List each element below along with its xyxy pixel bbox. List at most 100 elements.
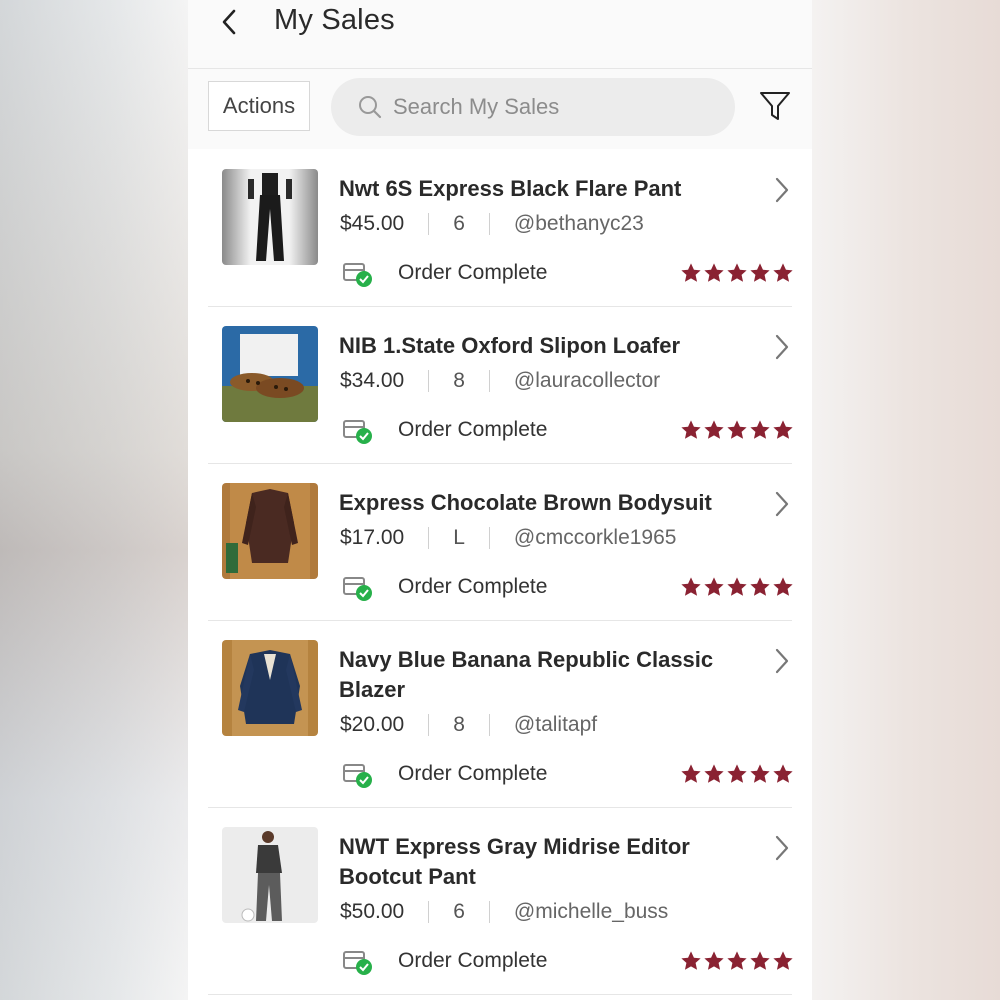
order-status: Order Complete <box>342 572 547 602</box>
order-complete-icon <box>343 764 372 788</box>
chevron-right-icon[interactable] <box>774 333 790 361</box>
star-icon <box>773 263 793 282</box>
sale-title: Express Chocolate Brown Bodysuit <box>339 490 712 515</box>
buyer-username[interactable]: @cmccorkle1965 <box>514 526 677 550</box>
star-icon <box>727 951 747 970</box>
sale-title: Navy Blue Banana Republic Classic Blazer <box>339 647 714 702</box>
sale-item[interactable]: NIB 1.State Oxford Slipon Loafer $34.00 … <box>208 307 793 464</box>
rating-stars <box>680 262 794 284</box>
sale-price: $45.00 <box>340 212 405 235</box>
rating-stars <box>680 950 794 972</box>
star-icon <box>704 951 724 970</box>
search-icon <box>359 96 382 119</box>
rating-stars <box>680 763 794 785</box>
star-icon <box>704 263 724 282</box>
divider <box>428 213 430 235</box>
divider <box>488 901 490 923</box>
divider <box>428 370 430 392</box>
divider <box>428 901 430 923</box>
order-complete-icon <box>343 951 372 975</box>
star-icon <box>750 951 770 970</box>
sale-price: $17.00 <box>340 526 405 549</box>
star-icon <box>727 764 747 783</box>
toolbar: Actions <box>188 69 812 149</box>
status-text: Order Complete <box>398 418 548 441</box>
sale-size: 8 <box>453 713 465 736</box>
app-screen: My Sales Actions Nwt 6S <box>188 0 812 1000</box>
star-icon <box>681 420 701 439</box>
status-text: Order Complete <box>398 261 548 284</box>
sale-meta: $20.00 8 @talitapf <box>340 713 597 737</box>
order-status: Order Complete <box>342 415 547 445</box>
sale-meta: $45.00 6 @bethanyc23 <box>340 212 644 236</box>
sale-title: NIB 1.State Oxford Slipon Loafer <box>339 333 681 358</box>
star-icon <box>750 577 770 596</box>
star-icon <box>727 577 747 596</box>
status-text: Order Complete <box>398 949 548 972</box>
star-icon <box>773 951 793 970</box>
star-icon <box>704 764 724 783</box>
order-complete-icon <box>343 263 372 287</box>
chevron-right-icon[interactable] <box>774 176 790 204</box>
chevron-right-icon[interactable] <box>774 490 790 518</box>
order-status: Order Complete <box>342 759 547 789</box>
star-icon <box>750 764 770 783</box>
divider <box>488 527 490 549</box>
buyer-username[interactable]: @bethanyc23 <box>514 212 644 236</box>
sale-size: 8 <box>453 369 465 392</box>
divider <box>488 370 490 392</box>
page-title: My Sales <box>274 4 395 36</box>
buyer-username[interactable]: @michelle_buss <box>514 900 668 924</box>
rating-stars <box>680 576 794 598</box>
star-icon <box>727 420 747 439</box>
sales-list: Nwt 6S Express Black Flare Pant $45.00 6… <box>208 150 794 995</box>
sale-size: L <box>453 526 465 549</box>
divider <box>428 527 430 549</box>
star-icon <box>681 764 701 783</box>
product-thumbnail <box>222 827 318 923</box>
sale-title: Nwt 6S Express Black Flare Pant <box>339 176 682 201</box>
sale-meta: $17.00 L @cmccorkle1965 <box>340 526 676 550</box>
buyer-username[interactable]: @lauracollector <box>514 369 660 393</box>
actions-button[interactable]: Actions <box>208 81 310 131</box>
sale-meta: $50.00 6 @michelle_buss <box>340 900 668 924</box>
star-icon <box>681 951 701 970</box>
sale-size: 6 <box>453 212 465 235</box>
star-icon <box>750 263 770 282</box>
background-blur-left <box>0 0 190 1000</box>
star-icon <box>750 420 770 439</box>
sale-meta: $34.00 8 @lauracollector <box>340 369 660 393</box>
chevron-left-icon[interactable] <box>218 8 242 36</box>
star-icon <box>773 764 793 783</box>
sale-price: $34.00 <box>340 369 405 392</box>
star-icon <box>681 263 701 282</box>
product-thumbnail <box>222 169 318 265</box>
header: My Sales <box>188 0 812 69</box>
sale-item[interactable]: Nwt 6S Express Black Flare Pant $45.00 6… <box>208 150 794 307</box>
sale-item[interactable]: Express Chocolate Brown Bodysuit $17.00 … <box>208 464 794 621</box>
sale-item[interactable]: Navy Blue Banana Republic Classic Blazer… <box>208 621 794 808</box>
sale-title: NWT Express Gray Midrise Editor Bootcut … <box>339 834 690 889</box>
status-text: Order Complete <box>398 575 548 598</box>
order-complete-icon <box>343 577 372 601</box>
star-icon <box>727 263 747 282</box>
search-box[interactable] <box>331 78 735 136</box>
chevron-right-icon[interactable] <box>774 647 790 675</box>
divider <box>488 213 490 235</box>
order-status: Order Complete <box>342 258 547 288</box>
star-icon <box>704 420 724 439</box>
sale-size: 6 <box>453 900 465 923</box>
filter-icon[interactable] <box>758 89 792 123</box>
chevron-right-icon[interactable] <box>774 834 790 862</box>
order-status: Order Complete <box>342 946 547 976</box>
product-thumbnail <box>222 326 318 422</box>
star-icon <box>773 420 793 439</box>
search-input[interactable] <box>391 93 715 121</box>
star-icon <box>773 577 793 596</box>
buyer-username[interactable]: @talitapf <box>514 713 597 737</box>
status-text: Order Complete <box>398 762 548 785</box>
divider <box>488 714 490 736</box>
sale-item[interactable]: NWT Express Gray Midrise Editor Bootcut … <box>208 808 794 995</box>
order-complete-icon <box>343 420 372 444</box>
product-thumbnail <box>222 640 318 736</box>
